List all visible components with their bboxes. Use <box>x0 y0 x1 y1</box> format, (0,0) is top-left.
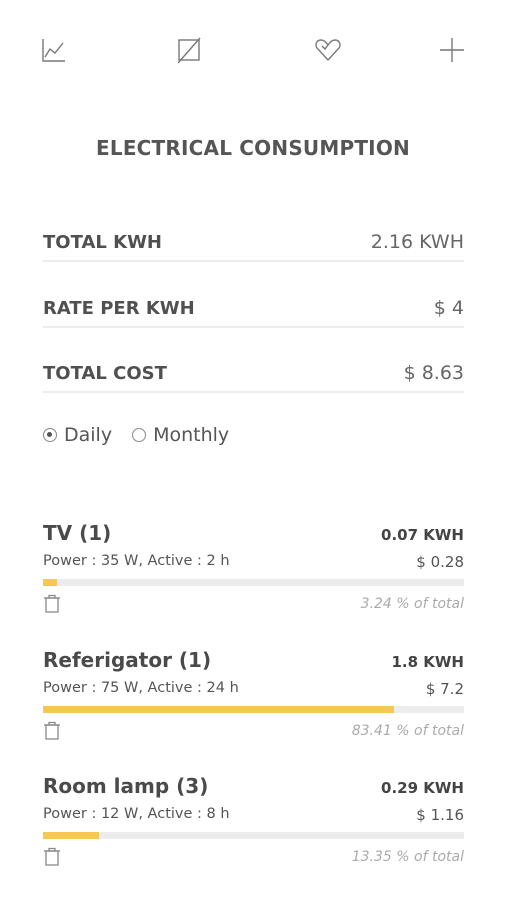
add-icon[interactable] <box>432 30 472 70</box>
monthly-label: Monthly <box>153 424 230 446</box>
device-kwh: 0.29 KWH <box>381 779 464 797</box>
device-meta: Power : 12 W, Active : 8 h <box>43 806 230 822</box>
device-cost: $ 1.16 <box>416 806 464 824</box>
edit-disabled-icon[interactable] <box>168 30 208 70</box>
total-cost-row: TOTAL COST $ 8.63 <box>43 355 464 393</box>
device-name: Room lamp (3) <box>43 774 209 798</box>
trash-icon[interactable] <box>43 594 61 614</box>
device-kwh: 1.8 KWH <box>391 653 464 671</box>
device-cost: $ 0.28 <box>416 553 464 571</box>
device-kwh: 0.07 KWH <box>381 526 464 544</box>
total-kwh-value: 2.16 KWH <box>370 231 464 253</box>
device-cost: $ 7.2 <box>425 680 464 698</box>
usage-bar <box>43 579 464 586</box>
toolbar <box>0 30 506 70</box>
total-kwh-label: TOTAL KWH <box>43 232 162 253</box>
usage-bar-fill <box>43 832 100 839</box>
chart-icon[interactable] <box>33 30 73 70</box>
daily-label: Daily <box>64 424 113 446</box>
total-cost-label: TOTAL COST <box>43 363 167 384</box>
usage-bar <box>43 706 464 713</box>
period-option-monthly[interactable]: Monthly <box>132 424 229 446</box>
trash-icon[interactable] <box>43 847 61 867</box>
device-name: Referigator (1) <box>43 648 212 672</box>
usage-bar <box>43 832 464 839</box>
daily-radio[interactable] <box>43 428 57 442</box>
device-name: TV (1) <box>43 521 112 545</box>
usage-bar-fill <box>43 579 57 586</box>
page-title: ELECTRICAL CONSUMPTION <box>96 136 410 160</box>
rate-per-kwh-row: RATE PER KWH $ 4 <box>43 290 464 328</box>
device-meta: Power : 35 W, Active : 2 h <box>43 553 230 569</box>
device-percent: 83.41 % of total <box>351 723 464 739</box>
total-cost-value: $ 8.63 <box>403 362 464 384</box>
rate-per-kwh-label: RATE PER KWH <box>43 298 195 319</box>
total-kwh-row: TOTAL KWH 2.16 KWH <box>43 224 464 262</box>
usage-bar-fill <box>43 706 395 713</box>
trash-icon[interactable] <box>43 721 61 741</box>
device-item: Room lamp (3) 0.29 KWH Power : 12 W, Act… <box>43 774 464 884</box>
heart-icon[interactable] <box>308 30 348 70</box>
period-selector: Daily Monthly <box>43 421 249 449</box>
device-item: TV (1) 0.07 KWH Power : 35 W, Active : 2… <box>43 521 464 631</box>
rate-per-kwh-value: $ 4 <box>433 297 464 319</box>
device-percent: 13.35 % of total <box>351 849 464 865</box>
device-percent: 3.24 % of total <box>360 596 464 612</box>
device-item: Referigator (1) 1.8 KWH Power : 75 W, Ac… <box>43 648 464 758</box>
monthly-radio[interactable] <box>132 428 147 442</box>
device-meta: Power : 75 W, Active : 24 h <box>43 680 239 696</box>
period-option-daily[interactable]: Daily <box>43 424 112 446</box>
